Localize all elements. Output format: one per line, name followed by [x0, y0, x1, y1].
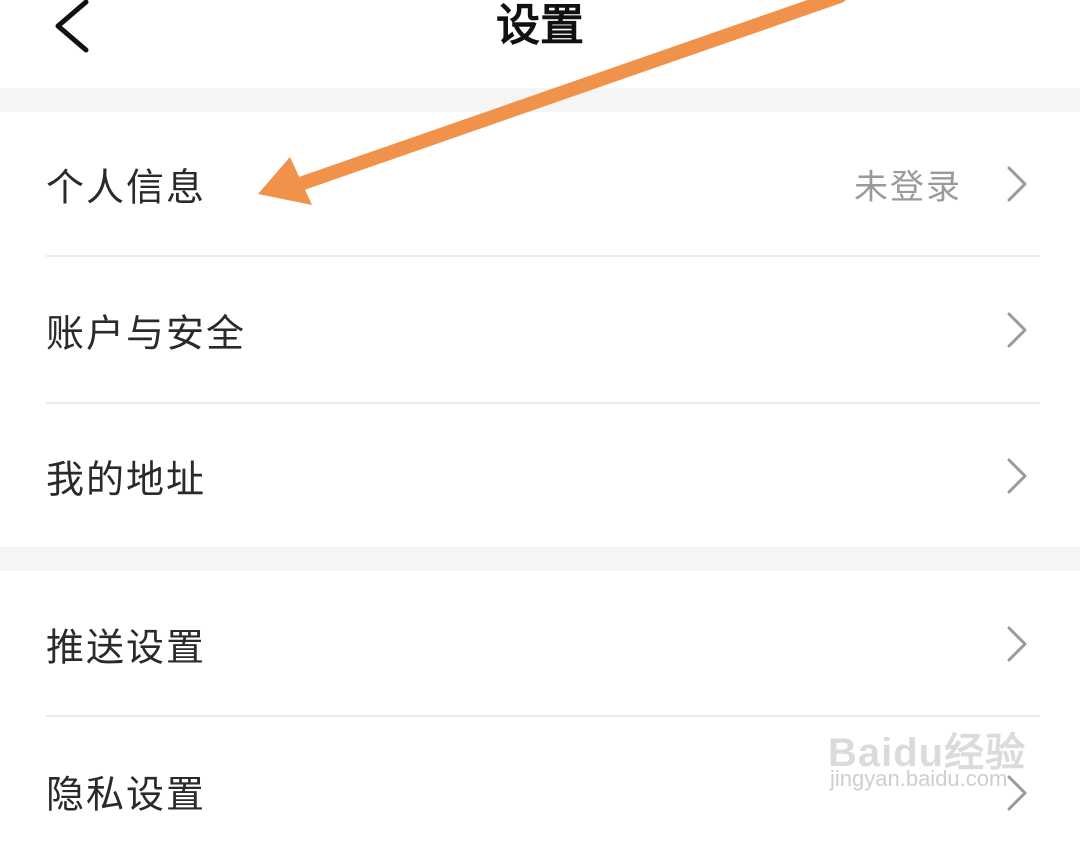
section-gap — [0, 547, 1080, 571]
baidu-jingyan-watermark: Baidu经验 jingyan.baidu.com — [828, 700, 1028, 800]
settings-item-label: 个人信息 — [46, 165, 207, 210]
section-gap — [0, 88, 1080, 112]
chevron-right-icon — [1007, 458, 1027, 493]
settings-item-my-address[interactable]: 我的地址 — [0, 404, 1080, 547]
chevron-right-icon — [1007, 626, 1027, 661]
settings-item-account-security[interactable]: 账户与安全 — [0, 257, 1080, 402]
settings-item-label: 我的地址 — [46, 457, 207, 501]
login-status-text: 未登录 — [854, 167, 962, 208]
watermark-url: jingyan.baidu.com — [830, 766, 1008, 791]
settings-item-label: 推送设置 — [46, 625, 207, 669]
settings-item-push-settings[interactable]: 推送设置 — [0, 571, 1080, 716]
top-nav-bar: 设置 — [0, 0, 1080, 88]
settings-item-label: 账户与安全 — [46, 311, 247, 355]
chevron-right-icon — [1007, 312, 1027, 347]
page-title: 设置 — [496, 0, 584, 51]
chevron-right-icon — [1007, 166, 1027, 202]
settings-item-label: 隐私设置 — [46, 772, 207, 817]
settings-item-personal-info[interactable]: 个人信息 未登录 — [0, 112, 1080, 256]
